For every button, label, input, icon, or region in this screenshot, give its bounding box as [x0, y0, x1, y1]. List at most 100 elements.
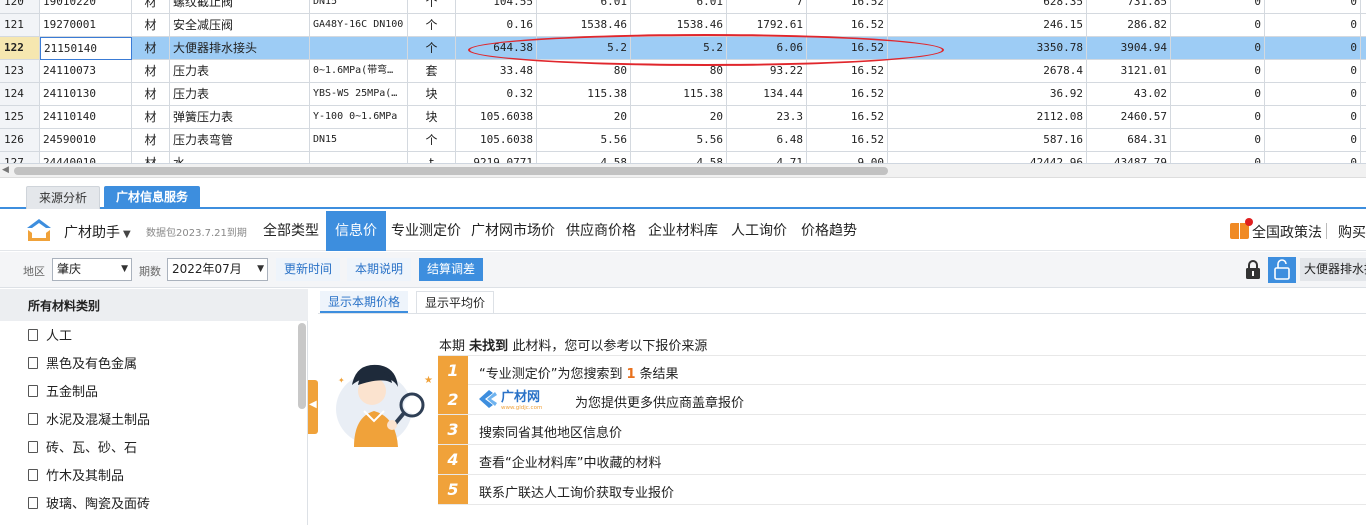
cell-rate[interactable]: 16.52 — [807, 14, 888, 37]
cell-rate[interactable]: 9.00 — [807, 152, 888, 163]
cell-code[interactable]: 24110073 — [40, 60, 132, 83]
collapse-sidebar-button[interactable]: ◀ — [308, 380, 318, 434]
reference-step-1[interactable]: 1 “专业测定价”为您搜索到 1 条结果 — [438, 355, 1366, 385]
cell-type[interactable]: 材 — [132, 152, 170, 163]
table-row[interactable]: 125 24110140 材弹簧压力表 Y-100 0~1.6MPa 块 105.6038… — [0, 106, 1366, 129]
cell-num[interactable]: 126 — [0, 129, 40, 152]
cell-qty[interactable]: 33.48 — [456, 60, 537, 83]
cell-unit[interactable]: 个 — [408, 14, 456, 37]
tab-price-type-1[interactable]: 信息价 — [326, 211, 386, 251]
cell-num[interactable]: 124 — [0, 83, 40, 106]
cell-num[interactable]: 121 — [0, 14, 40, 37]
cell-qty[interactable]: 644.38 — [456, 37, 537, 60]
tab-average-price[interactable]: 显示平均价 — [416, 291, 495, 313]
cell-amt2[interactable]: 43.02 — [1087, 83, 1171, 106]
cell-p1[interactable]: 80 — [537, 60, 631, 83]
sidebar-category-item[interactable]: 玻璃、陶瓷及面砖 — [28, 491, 150, 519]
cell-type[interactable]: 材 — [132, 129, 170, 152]
cell-amt2[interactable]: 286.82 — [1087, 14, 1171, 37]
cell-amt1[interactable]: 587.16 — [888, 129, 1087, 152]
table-row[interactable]: 121 19270001 材安全减压阀 GA48Y-16C DN100 个 0.16 153… — [0, 14, 1366, 37]
cell-spec[interactable] — [310, 37, 408, 60]
cell-z1[interactable]: 0 — [1171, 106, 1265, 129]
table-row[interactable]: 122 21150140 材大便器排水接头个 644.38 5.2 5.2 6.06 16.5… — [0, 37, 1366, 60]
cell-p1[interactable]: 5.56 — [537, 129, 631, 152]
cell-z2[interactable]: 0 — [1265, 37, 1361, 60]
cell-type[interactable]: 材 — [132, 60, 170, 83]
table-row[interactable]: 126 24590010 材压力表弯管 DN15 个 105.6038 5.56 5.56 6.… — [0, 129, 1366, 152]
cell-spec[interactable]: DN15 — [310, 0, 408, 14]
cell-rate[interactable]: 16.52 — [807, 60, 888, 83]
buy-link[interactable]: 购买 — [1338, 222, 1366, 242]
cell-z2[interactable]: 0 — [1265, 129, 1361, 152]
cell-p3[interactable]: 23.3 — [727, 106, 807, 129]
cell-amt2[interactable]: 731.85 — [1087, 0, 1171, 14]
cell-spec[interactable]: GA48Y-16C DN100 — [310, 14, 408, 37]
sidebar-category-item[interactable]: 黑色及有色金属 — [28, 351, 137, 379]
cell-z1[interactable]: 0 — [1171, 83, 1265, 106]
cell-rate[interactable]: 16.52 — [807, 0, 888, 14]
cell-src[interactable]: 自行采购 — [1361, 60, 1366, 83]
cell-code[interactable]: 24110130 — [40, 83, 132, 106]
cell-type[interactable]: 材 — [132, 37, 170, 60]
cell-code[interactable]: 24440010 — [40, 152, 132, 163]
reference-step-4[interactable]: 4 查看“企业材料库”中收藏的材料 — [438, 445, 1366, 475]
period-explain-button[interactable]: 本期说明 — [347, 258, 412, 281]
cell-name[interactable]: 压力表弯管 — [170, 129, 310, 152]
cell-p1[interactable]: 1538.46 — [537, 14, 631, 37]
reference-step-2[interactable]: 2 广材网 www.gldjc.com 为您提供更多供应商盖章报价 — [438, 385, 1366, 415]
cell-num[interactable]: 122 — [0, 37, 40, 60]
cell-unit[interactable]: 个 — [408, 0, 456, 14]
cell-code[interactable]: 24110140 — [40, 106, 132, 129]
reference-step-5[interactable]: 5 联系广联达人工询价获取专业报价 — [438, 475, 1366, 505]
sidebar-category-item[interactable]: 砖、瓦、砂、石 — [28, 435, 137, 463]
tab-price-type-0[interactable]: 全部类型 — [258, 217, 324, 251]
cell-amt2[interactable]: 2460.57 — [1087, 106, 1171, 129]
period-select[interactable]: 2022年07月 ▼ — [167, 258, 268, 281]
cell-spec[interactable]: Y-100 0~1.6MPa — [310, 106, 408, 129]
cell-code[interactable]: 24590010 — [40, 129, 132, 152]
cell-amt1[interactable]: 3350.78 — [888, 37, 1087, 60]
cell-spec[interactable] — [310, 152, 408, 163]
region-select[interactable]: 肇庆 ▼ — [52, 258, 132, 281]
sidebar-scrollbar[interactable] — [298, 323, 306, 409]
tab-price-type-7[interactable]: 价格趋势 — [796, 217, 862, 251]
cell-p3[interactable]: 4.71 — [727, 152, 807, 163]
cell-qty[interactable]: 0.32 — [456, 83, 537, 106]
cell-p1[interactable]: 4.58 — [537, 152, 631, 163]
policy-book-icon[interactable] — [1230, 218, 1253, 239]
sidebar-category-item[interactable]: 竹木及其制品 — [28, 463, 124, 491]
cell-amt2[interactable]: 3121.01 — [1087, 60, 1171, 83]
update-time-button[interactable]: 更新时间 — [276, 258, 341, 281]
cell-rate[interactable]: 16.52 — [807, 83, 888, 106]
cell-p3[interactable]: 1792.61 — [727, 14, 807, 37]
table-row[interactable]: 127 24440010 材水 t 9219.0771 4.58 4.58 4.71 9.00 4… — [0, 152, 1366, 163]
cell-z2[interactable]: 0 — [1265, 60, 1361, 83]
cell-src[interactable]: 自行采购 — [1361, 37, 1366, 60]
cell-code[interactable]: 19270001 — [40, 14, 132, 37]
reference-step-3[interactable]: 3 搜索同省其他地区信息价 — [438, 415, 1366, 445]
cell-src[interactable]: 自行采购 — [1361, 83, 1366, 106]
cell-type[interactable]: 材 — [132, 83, 170, 106]
lock-icon[interactable] — [1244, 260, 1262, 280]
cell-spec[interactable]: DN15 — [310, 129, 408, 152]
tab-current-price[interactable]: 显示本期价格 — [320, 291, 409, 313]
cell-rate[interactable]: 16.52 — [807, 129, 888, 152]
tab-source-analysis[interactable]: 来源分析 — [26, 186, 101, 209]
cell-amt1[interactable]: 36.92 — [888, 83, 1087, 106]
brand-menu[interactable]: 广材助手 ▼ — [64, 222, 131, 242]
cell-name[interactable]: 压力表 — [170, 83, 310, 106]
cell-num[interactable]: 120 — [0, 0, 40, 14]
cell-p2[interactable]: 6.01 — [631, 0, 727, 14]
cell-src[interactable]: 自行采购 — [1361, 106, 1366, 129]
cell-unit[interactable]: t — [408, 152, 456, 163]
cell-z1[interactable]: 0 — [1171, 152, 1265, 163]
sidebar-category-item[interactable]: 五金制品 — [28, 379, 98, 407]
cell-p2[interactable]: 5.2 — [631, 37, 727, 60]
cell-p1[interactable]: 20 — [537, 106, 631, 129]
cell-p3[interactable]: 7 — [727, 0, 807, 14]
sidebar-category-item[interactable]: 人工 — [28, 323, 72, 351]
table-row[interactable]: 124 24110130 材压力表 YBS-WS 25MPa(… 块 0.32 115.38… — [0, 83, 1366, 106]
cell-code[interactable]: 19010220 — [40, 0, 132, 14]
cell-src[interactable]: 自行采购 — [1361, 129, 1366, 152]
